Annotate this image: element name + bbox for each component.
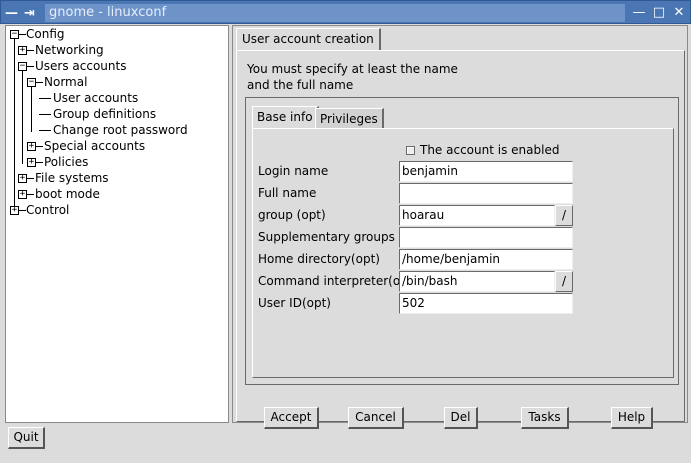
supplementary-groups-label: Supplementary groups [258,230,395,244]
tree-connector [18,210,26,211]
tree-expand-icon[interactable]: + [18,190,27,199]
tree-item-user-accounts[interactable]: User accounts [53,90,138,106]
cancel-button[interactable]: Cancel [348,407,404,429]
tree-connector [39,114,51,115]
tree-connector [35,146,43,147]
tree-connector [35,82,43,83]
tree-item-users-accounts[interactable]: Users accounts [35,58,126,74]
tree-expand-icon[interactable]: + [27,158,36,167]
tree-item-normal[interactable]: Normal [44,74,87,90]
window-menu[interactable]: — ⇥ [5,4,35,22]
tree-connector [22,70,23,164]
tree-connector [35,162,43,163]
quit-button[interactable]: Quit [8,427,45,449]
tree-item-control[interactable]: Control [26,202,69,218]
tree-expand-icon[interactable]: + [10,206,19,215]
title-bar[interactable]: — ⇥ gnome - linuxconf — □ ✕ [0,0,691,24]
account-enabled-checkbox[interactable]: The account is enabled [406,143,559,157]
close-icon[interactable]: ✕ [672,4,686,22]
full-name-field[interactable] [399,183,573,204]
tree-connector [26,50,34,51]
tree-connector [26,66,34,67]
tree-connector [39,98,51,99]
tab-privileges[interactable]: Privileges [315,108,384,128]
tree-connector [39,130,51,131]
accept-button[interactable]: Accept [264,407,319,429]
checkbox-box[interactable] [406,145,415,155]
tree-connector [14,38,15,212]
user-account-creation-page: You must specify at least the name and t… [236,50,685,429]
tree-item-group-definitions[interactable]: Group definitions [53,106,156,122]
config-tree[interactable]: − Config + Networking − Users accounts −… [5,25,229,423]
tree-connector [26,178,34,179]
delete-button[interactable]: Del [444,407,478,429]
tree-connector [26,194,34,195]
tree-connector [18,34,26,35]
tree-item-networking[interactable]: Networking [35,42,104,58]
command-interpreter-field[interactable]: /bin/bash [399,271,555,292]
shade-icon[interactable]: ⇥ [24,6,35,21]
minimize-icon[interactable]: — [632,4,646,22]
group-label: group (opt) [258,208,326,222]
login-name-field[interactable]: benjamin [399,161,573,182]
home-directory-label: Home directory(opt) [258,252,380,266]
login-name-label: Login name [258,164,329,178]
tab-base-info[interactable]: Base info [252,106,319,128]
user-id-label: User ID(opt) [258,296,331,310]
tree-expand-icon[interactable]: + [18,174,27,183]
account-details-frame: Base info Privileges The account is enab… [245,97,679,385]
tree-item-special-accounts[interactable]: Special accounts [44,138,145,154]
tree-item-config[interactable]: Config [26,26,65,42]
instruction-line-2: and the full name [247,78,354,92]
window-menu-icon[interactable]: — [5,6,18,21]
tree-item-file-systems[interactable]: File systems [35,170,109,186]
instruction-line-1: You must specify at least the name [247,62,458,76]
tree-collapse-icon[interactable]: − [27,78,36,87]
instruction-message: You must specify at least the name and t… [247,61,458,93]
tree-connector [31,86,32,132]
tree-item-policies[interactable]: Policies [44,154,88,170]
tab-user-account-creation[interactable]: User account creation [236,28,381,50]
base-info-page: The account is enabled Login name benjam… [252,128,674,378]
tree-item-change-root-password[interactable]: Change root password [53,122,188,138]
command-interpreter-label: Command interpreter(opt) [258,274,418,288]
tree-collapse-icon[interactable]: − [18,62,27,71]
full-name-label: Full name [258,186,317,200]
tree-expand-icon[interactable]: + [18,46,27,55]
group-field[interactable]: hoarau [399,205,555,226]
command-interpreter-dropdown-button[interactable]: / [555,271,573,292]
user-id-field[interactable]: 502 [399,293,573,314]
window-title: gnome - linuxconf [45,4,625,22]
maximize-icon[interactable]: □ [652,4,666,22]
tree-collapse-icon[interactable]: − [10,30,19,39]
tree-expand-icon[interactable]: + [27,142,36,151]
help-button[interactable]: Help [611,407,653,429]
content-pane: User account creation You must specify a… [232,25,688,429]
group-dropdown-button[interactable]: / [555,205,573,226]
supplementary-groups-field[interactable] [399,227,573,248]
tasks-button[interactable]: Tasks [521,407,569,429]
home-directory-field[interactable]: /home/benjamin [399,249,573,270]
tree-item-boot-mode[interactable]: boot mode [35,186,100,202]
account-enabled-label: The account is enabled [420,143,560,157]
